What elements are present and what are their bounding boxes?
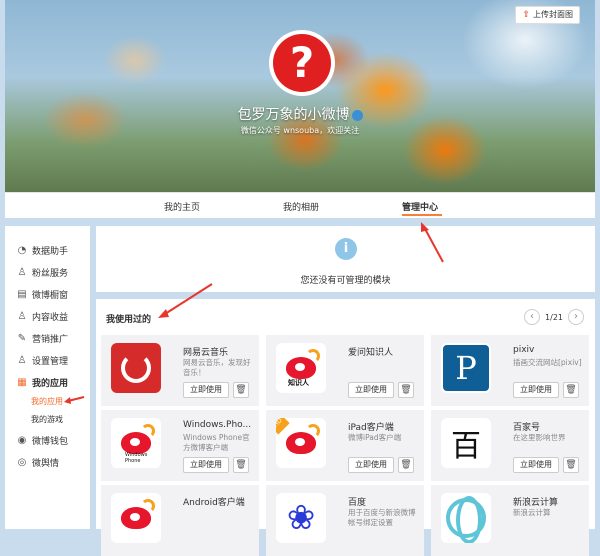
arrow-to-used-apps [164, 283, 213, 315]
annotation-arrows [64, 222, 444, 404]
arrow-to-management-tab [423, 226, 444, 263]
